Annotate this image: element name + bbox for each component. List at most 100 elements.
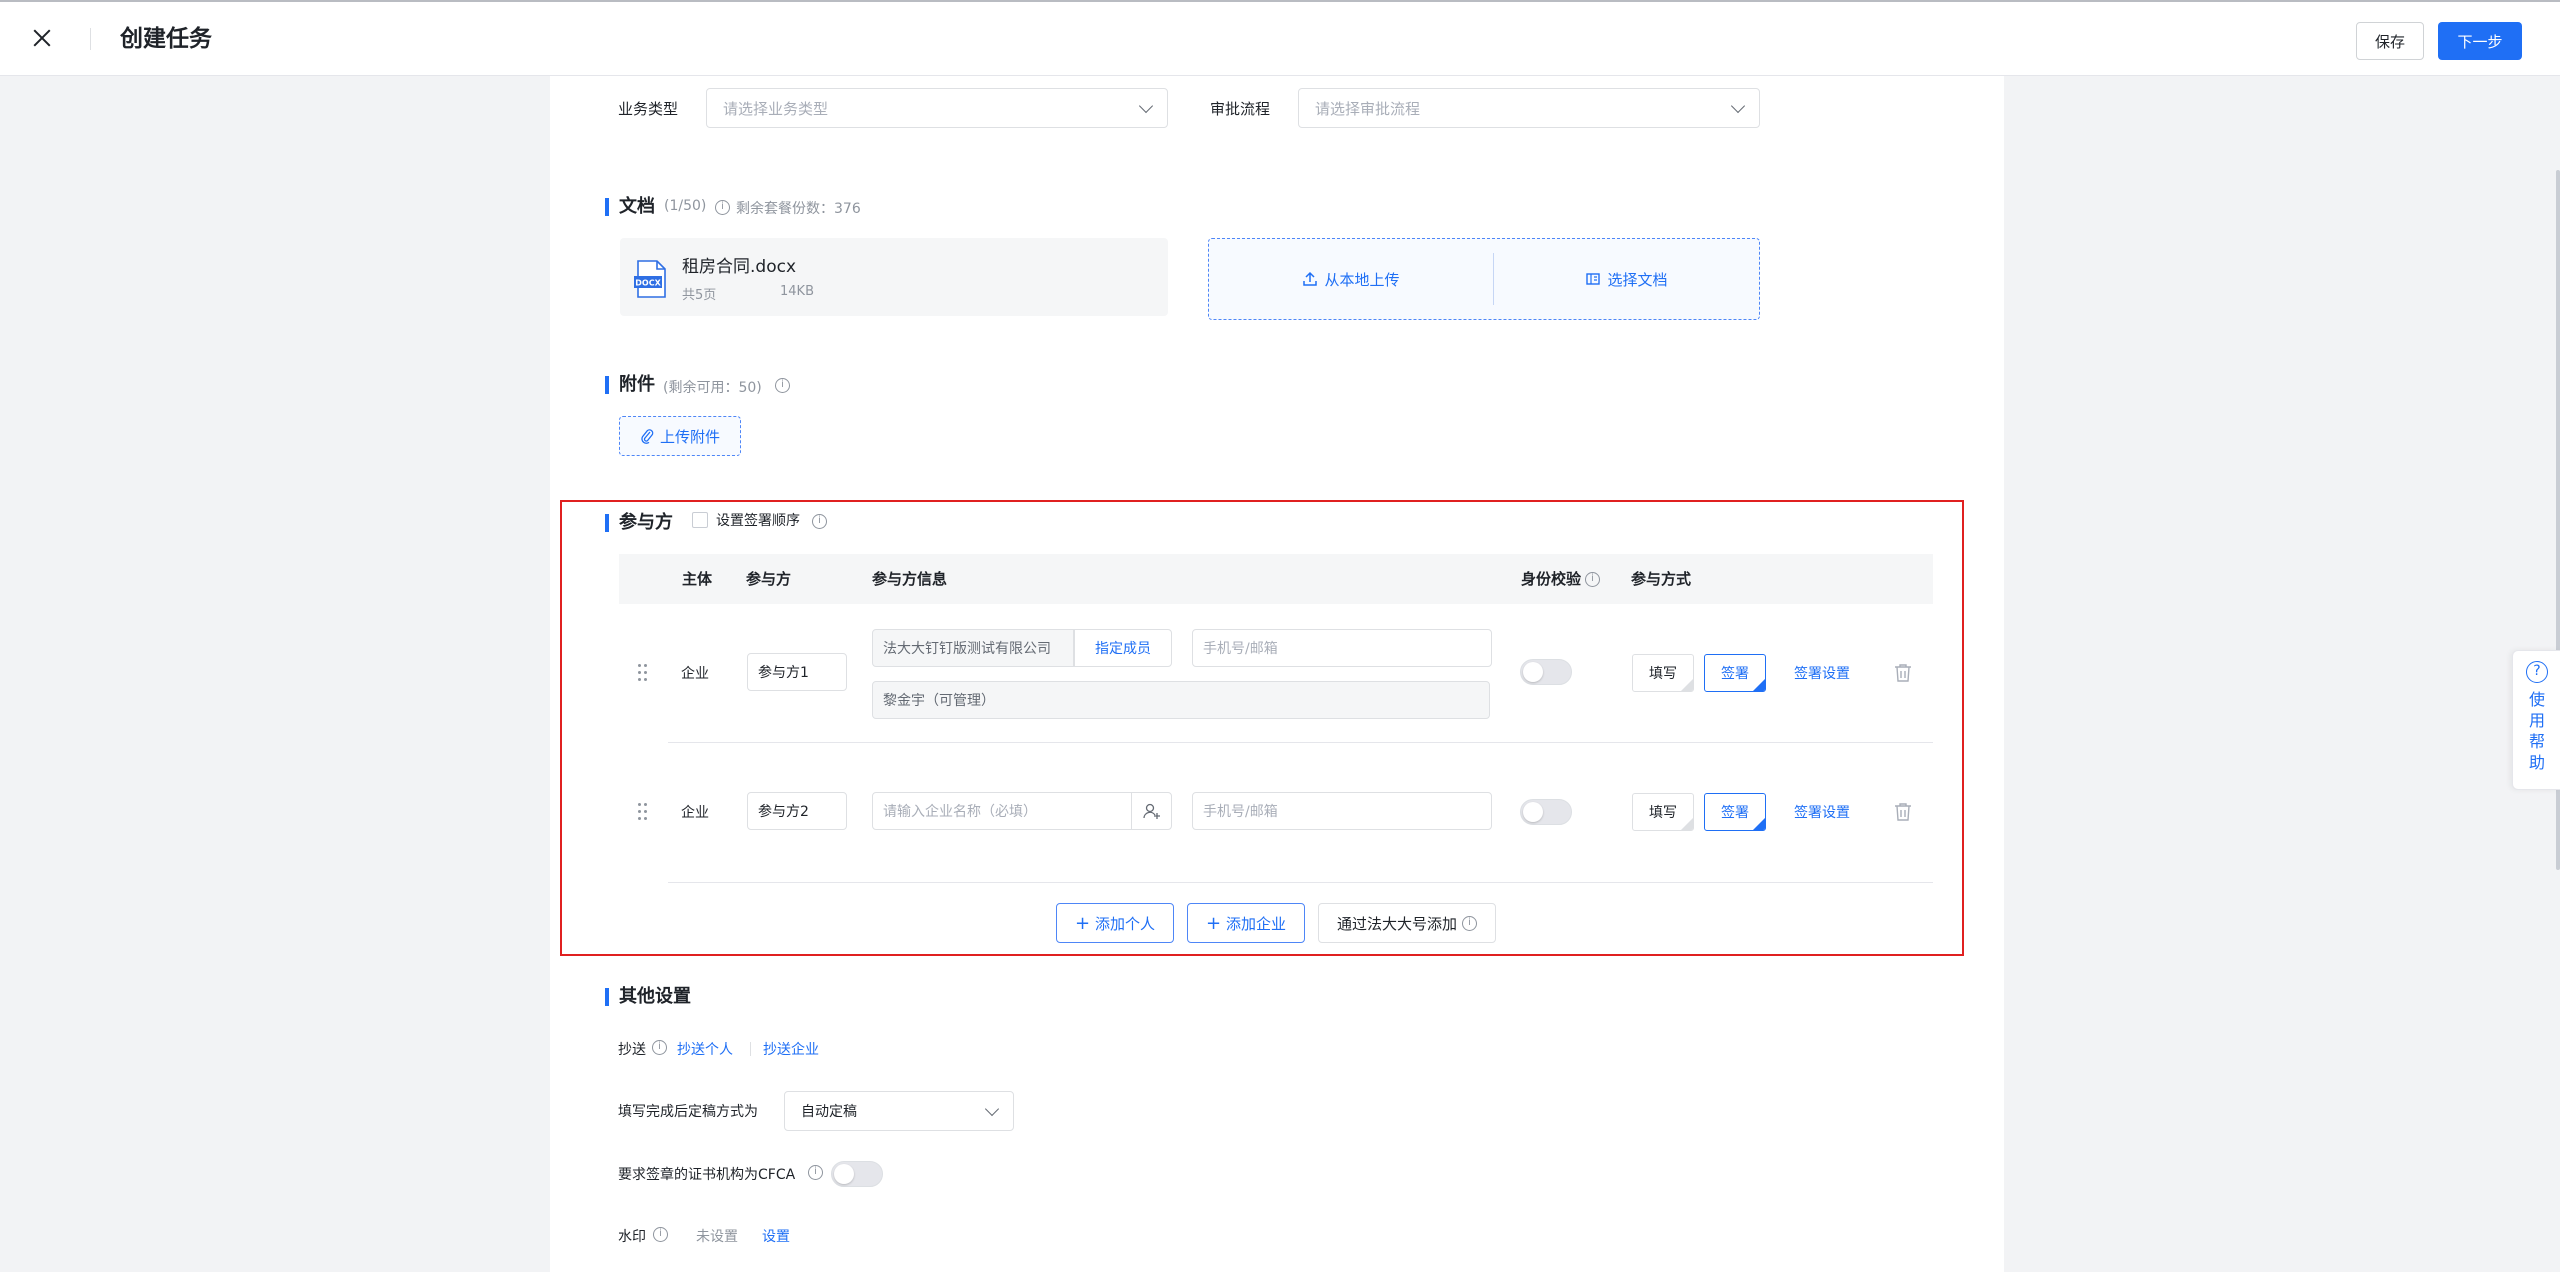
document-file-card[interactable]: DOCX 租房合同.docx 共5页 14KB [620, 238, 1168, 316]
info-icon[interactable]: i [715, 200, 730, 215]
attachments-section-title: 附件 [605, 374, 655, 396]
row2-sign-settings-link[interactable]: 签署设置 [1794, 802, 1850, 822]
row1-party-name-input[interactable]: 参与方1 [747, 653, 847, 691]
documents-title: 文档 [619, 196, 655, 217]
info-icon[interactable]: i [775, 378, 790, 393]
participants-section-title: 参与方 [605, 512, 673, 534]
docx-icon-label: DOCX [635, 279, 661, 288]
row-divider [668, 742, 1933, 743]
chevron-down-icon [1138, 98, 1154, 114]
other-settings-section-title: 其他设置 [605, 986, 691, 1008]
row2-contact-input[interactable]: 手机号/邮箱 [1192, 792, 1492, 830]
row1-contact-input[interactable]: 手机号/邮箱 [1192, 629, 1492, 667]
save-button[interactable]: 保存 [2356, 22, 2424, 60]
approval-flow-select[interactable]: 请选择审批流程 [1298, 88, 1760, 128]
add-contact-icon [1142, 803, 1160, 819]
info-icon[interactable]: i [653, 1227, 668, 1242]
documents-section-title: 文档 [605, 196, 655, 218]
participants-table-header: 主体 参与方 参与方信息 身份校验 i 参与方式 [619, 554, 1933, 604]
plus-icon: + [1205, 912, 1222, 934]
finalize-method-label: 填写完成后定稿方式为 [618, 1104, 758, 1120]
row1-sign-settings-link[interactable]: 签署设置 [1794, 663, 1850, 683]
upload-attachment-button[interactable]: 上传附件 [619, 416, 741, 456]
drag-handle-icon[interactable] [638, 803, 648, 821]
col-identity-verify: 身份校验 [1521, 570, 1582, 588]
business-type-select[interactable]: 请选择业务类型 [706, 88, 1168, 128]
watermark-status: 未设置 [696, 1229, 738, 1245]
row2-sign-chip[interactable]: 签署 [1704, 793, 1766, 831]
document-size: 14KB [780, 284, 814, 299]
cc-person-link[interactable]: 抄送个人 [677, 1039, 733, 1059]
cfca-label: 要求签章的证书机构为CFCA [618, 1167, 796, 1183]
drag-handle-icon[interactable] [638, 664, 648, 682]
paperclip-icon [641, 429, 654, 444]
finalize-method-value: 自动定稿 [801, 1104, 857, 1120]
row2-select-contact-button[interactable] [1131, 792, 1172, 830]
info-icon[interactable]: i [808, 1165, 823, 1180]
row1-company-input[interactable]: 法大大钉钉版测试有限公司 [872, 629, 1074, 667]
info-icon: i [1462, 915, 1477, 931]
choose-document-button[interactable]: 选择文档 [1494, 239, 1759, 319]
cc-company-link[interactable]: 抄送企业 [763, 1039, 819, 1059]
row1-subject: 企业 [681, 666, 709, 682]
row1-sign-chip[interactable]: 签署 [1704, 654, 1766, 692]
top-bar: 创建任务 保存 下一步 [0, 0, 2560, 76]
trash-icon[interactable] [1894, 802, 1912, 822]
signing-order-checkbox[interactable] [692, 512, 708, 528]
row-divider [668, 882, 1933, 883]
upload-local-label: 从本地上传 [1324, 270, 1400, 289]
col-party-info: 参与方信息 [872, 570, 948, 588]
info-icon[interactable]: i [812, 514, 827, 529]
documents-remaining: 剩余套餐份数：376 [736, 201, 861, 217]
add-company-button[interactable]: + 添加企业 [1187, 903, 1305, 943]
info-icon[interactable]: i [652, 1040, 667, 1055]
chevron-down-icon [984, 1101, 1000, 1117]
cc-divider [750, 1042, 751, 1056]
participants-title: 参与方 [619, 512, 673, 533]
other-settings-title: 其他设置 [619, 986, 691, 1007]
row2-subject: 企业 [681, 805, 709, 821]
cfca-toggle[interactable] [831, 1161, 883, 1187]
add-person-label: 添加个人 [1095, 914, 1156, 933]
add-via-account-label: 通过法大大号添加 [1336, 914, 1457, 933]
row1-fill-chip[interactable]: 填写 [1632, 654, 1694, 692]
cc-label: 抄送 [618, 1042, 646, 1058]
row2-company-input[interactable]: 请输入企业名称（必填） [872, 792, 1132, 830]
upload-icon [1303, 271, 1318, 286]
document-library-icon [1586, 273, 1601, 285]
col-participation-method: 参与方式 [1631, 570, 1692, 588]
document-name: 租房合同.docx [682, 257, 797, 277]
document-upload-area: 从本地上传 选择文档 [1208, 238, 1760, 320]
add-via-account-button[interactable]: 通过法大大号添加 i [1318, 903, 1496, 943]
close-icon[interactable] [28, 24, 56, 52]
document-pages: 共5页 [682, 288, 717, 303]
add-company-label: 添加企业 [1226, 914, 1287, 933]
info-icon[interactable]: i [1585, 572, 1600, 587]
row1-member-select[interactable]: 黎金宇（可管理） [872, 681, 1490, 719]
row2-party-name-input[interactable]: 参与方2 [747, 792, 847, 830]
help-tab[interactable]: ? 使用帮助 [2512, 650, 2560, 790]
add-person-button[interactable]: + 添加个人 [1056, 903, 1174, 943]
business-type-placeholder: 请选择业务类型 [723, 99, 829, 118]
trash-icon[interactable] [1894, 663, 1912, 683]
chevron-down-icon [1730, 98, 1746, 114]
upload-local-button[interactable]: 从本地上传 [1209, 239, 1493, 319]
col-party: 参与方 [746, 570, 792, 588]
upload-attachment-label: 上传附件 [659, 427, 720, 446]
signing-order-label: 设置签署顺序 [716, 513, 800, 529]
approval-flow-label: 审批流程 [1210, 100, 1271, 118]
row2-identity-verify-toggle[interactable] [1520, 799, 1572, 825]
attachments-remaining: (剩余可用：50) [663, 380, 762, 396]
row1-identity-verify-toggle[interactable] [1520, 659, 1572, 685]
next-step-button[interactable]: 下一步 [2438, 22, 2522, 60]
plus-icon: + [1074, 912, 1091, 934]
row2-fill-chip[interactable]: 填写 [1632, 793, 1694, 831]
help-icon: ? [2526, 661, 2548, 683]
attachments-title: 附件 [619, 374, 655, 395]
watermark-label: 水印 [618, 1229, 646, 1245]
business-type-label: 业务类型 [618, 100, 679, 118]
finalize-method-select[interactable]: 自动定稿 [784, 1091, 1014, 1131]
row1-assign-member-button[interactable]: 指定成员 [1074, 629, 1172, 667]
approval-flow-placeholder: 请选择审批流程 [1315, 99, 1421, 118]
watermark-settings-link[interactable]: 设置 [762, 1226, 790, 1246]
